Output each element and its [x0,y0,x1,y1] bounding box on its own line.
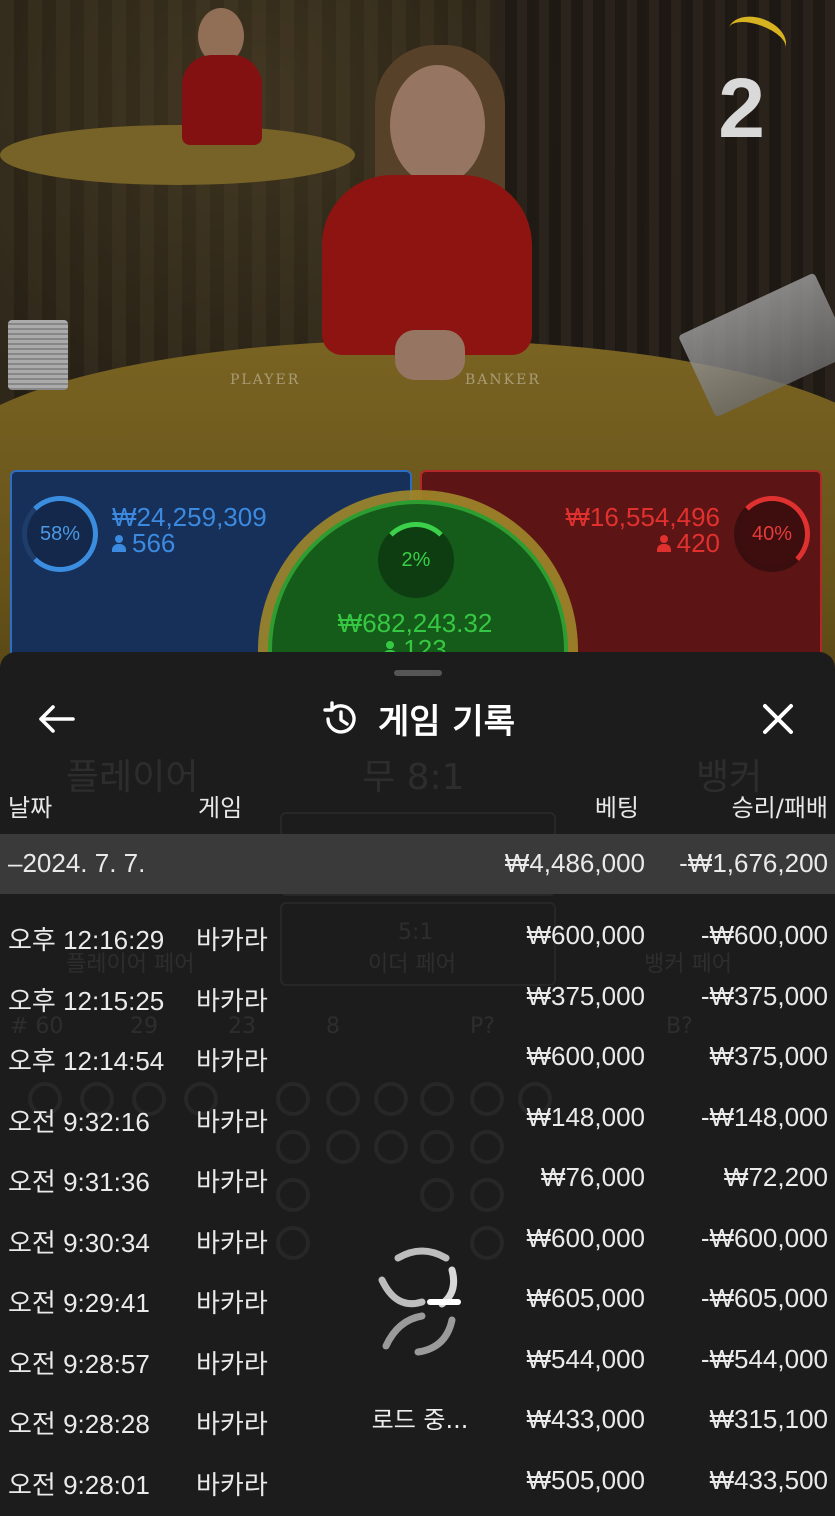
row-result: -₩375,000 [700,980,828,1011]
summary-bet: ₩4,486,000 [504,848,645,878]
close-icon [763,704,793,734]
row-result: ₩315,100 [709,1404,828,1434]
row-game: 바카라 [196,1227,268,1258]
row-result: ₩72,200 [723,1162,828,1192]
banker-bettor-count: 420 [676,528,720,558]
table-row[interactable]: 오후 12:14:54 바카라 ₩600,000 ₩375,000 [0,1027,835,1088]
history-clock-icon [323,700,356,734]
row-result: ₩375,000 [709,1041,828,1071]
row-game: 바카라 [196,925,268,955]
row-bet: ₩433,000 [526,1404,645,1434]
column-date[interactable]: 날짜 [8,788,52,823]
row-game: 바카라 [196,985,268,1016]
row-bet: ₩505,000 [526,1464,645,1495]
table-header: 날짜 게임 베팅 승리/패배 [0,782,835,832]
drag-handle[interactable] [394,670,442,676]
table-row[interactable]: 오전 9:28:01 바카라 ₩505,000 ₩433,500 [0,1451,835,1512]
row-bet: ₩600,000 [526,1222,645,1253]
row-game: 바카라 [196,1348,268,1379]
row-bet: ₩76,000 [540,1162,645,1192]
banker-percent: 40% [751,522,793,545]
loading-label: 로드 중... [371,1406,469,1434]
row-result: -₩605,000 [700,1283,828,1313]
row-result: -₩148,000 [700,1101,828,1132]
row-result: -₩600,000 [700,1222,828,1253]
row-time: 오전 9:28:57 [8,1348,150,1379]
row-result: -₩600,000 [700,920,828,950]
row-bet: ₩148,000 [526,1101,645,1132]
player-bettor-count: 566 [132,528,176,558]
row-bet: ₩605,000 [526,1283,645,1313]
table-row[interactable]: 오후 12:16:29 바카라 ₩600,000 -₩600,000 [0,906,835,967]
banker-total-amount: ₩16,554,496 [565,502,720,532]
row-game: 바카라 [196,1469,268,1500]
row-bet: ₩600,000 [526,1041,645,1071]
date-summary-row[interactable]: –2024. 7. 7. ₩4,486,000 -₩1,676,200 [0,834,835,894]
panel-title: 게임 기록 [378,702,515,742]
tie-percent: 2% [401,548,431,571]
close-button[interactable] [755,696,801,742]
row-time: 오전 9:28:01 [8,1469,150,1500]
banker-bet-stats: ₩16,554,496 420 [565,504,720,556]
round-number: 2 [718,61,765,155]
summary-result: -₩1,676,200 [679,848,828,878]
column-bet[interactable]: 베팅 [595,788,639,823]
row-result: ₩433,500 [709,1464,828,1495]
table-row[interactable]: 오전 9:31:36 바카라 ₩76,000 ₩72,200 [0,1148,835,1209]
row-time: 오전 9:29:41 [8,1288,150,1318]
panel-header: 게임 기록 [0,690,835,746]
row-bet: ₩600,000 [526,920,645,950]
row-time: 오전 9:32:16 [8,1106,150,1137]
row-result: -₩544,000 [700,1343,828,1374]
loading-spinner-icon [378,1247,461,1356]
row-game: 바카라 [196,1046,268,1076]
player-percent-ring: 58% [22,496,98,572]
row-game: 바카라 [196,1167,268,1197]
row-time: 오전 9:31:36 [8,1167,150,1197]
row-bet: ₩544,000 [526,1343,645,1374]
row-game: 바카라 [196,1288,268,1318]
row-bet: ₩375,000 [526,980,645,1011]
person-icon [656,535,671,553]
row-game: 바카라 [196,1106,268,1137]
row-time: 오후 12:16:29 [8,925,165,955]
column-result[interactable]: 승리/패배 [732,788,828,823]
table-row[interactable]: 오전 9:32:16 바카라 ₩148,000 -₩148,000 [0,1088,835,1149]
row-time: 오후 12:14:54 [8,1046,165,1076]
row-time: 오전 9:30:34 [8,1227,150,1258]
player-bet-stats: ₩24,259,309 566 [112,504,267,556]
summary-date: –2024. 7. 7. [8,848,146,878]
player-percent: 58% [39,522,81,545]
row-time: 오전 9:28:28 [8,1409,150,1439]
person-icon [112,535,126,553]
loading-indicator: 로드 중... [360,1240,480,1434]
column-game[interactable]: 게임 [198,788,242,823]
table-row[interactable]: 오후 12:15:25 바카라 ₩375,000 -₩375,000 [0,967,835,1028]
banker-percent-ring: 40% [734,496,810,572]
tie-total-amount: ₩682,243.32 [337,608,493,638]
row-game: 바카라 [196,1409,268,1439]
player-total-amount: ₩24,259,309 [112,502,267,532]
tie-percent-ring: 2% [378,522,454,598]
row-time: 오후 12:15:25 [8,985,165,1016]
